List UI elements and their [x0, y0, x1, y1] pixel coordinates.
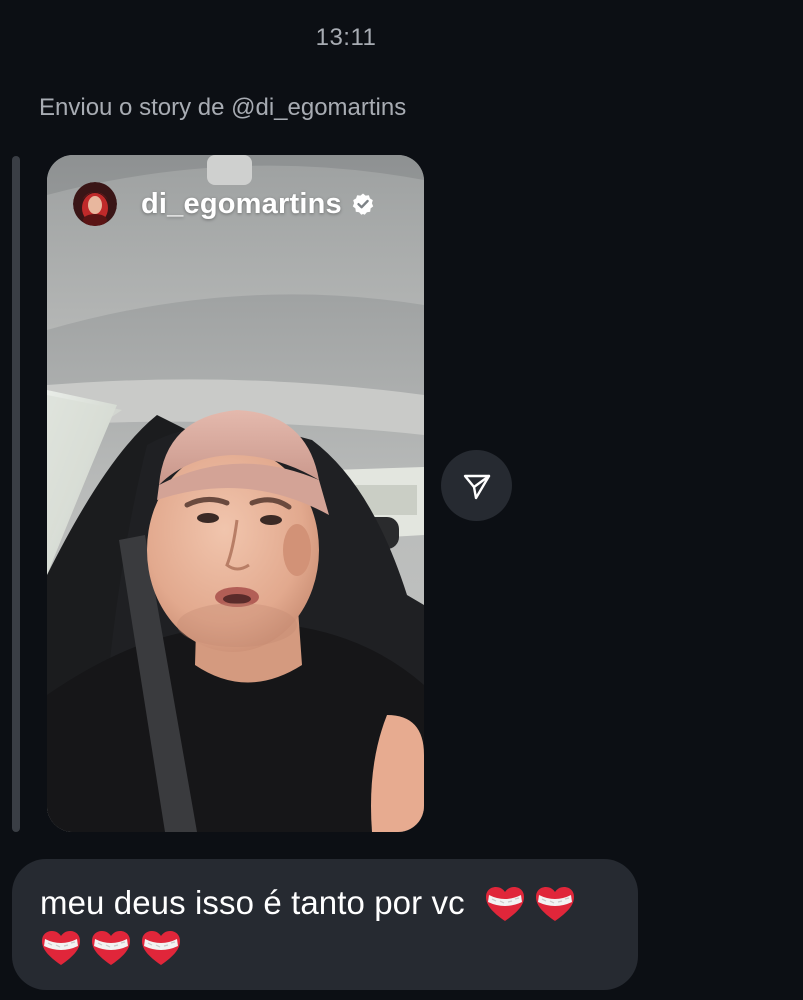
message-timestamp: 13:11	[315, 24, 377, 51]
mending-heart-icon	[140, 929, 182, 967]
heart-emoji-group-2	[40, 928, 190, 965]
story-username[interactable]: di_egomartins	[141, 188, 342, 221]
paper-plane-icon	[463, 474, 490, 499]
message-text: meu deus isso é tanto por vc	[40, 884, 465, 921]
verified-badge-icon	[351, 192, 375, 216]
heart-emoji-group-1	[474, 884, 584, 921]
mending-heart-icon	[534, 885, 576, 923]
story-reply-indicator	[12, 156, 20, 832]
story-header: di_egomartins	[73, 181, 375, 227]
message-body: meu deus isso é tanto por vc	[40, 881, 612, 969]
story-share-caption: Enviou o story de @di_egomartins	[39, 94, 407, 121]
mending-heart-icon	[484, 885, 526, 923]
chat-screen: 13:11 Enviou o story de @di_egomartins d…	[0, 0, 803, 1000]
mending-heart-icon	[90, 929, 132, 967]
profile-avatar-icon	[73, 182, 117, 226]
story-avatar[interactable]	[73, 182, 117, 226]
mending-heart-icon	[40, 929, 82, 967]
message-bubble[interactable]: meu deus isso é tanto por vc	[12, 859, 638, 990]
share-story-button[interactable]	[441, 450, 512, 521]
story-image	[47, 155, 424, 832]
shared-story-preview[interactable]: di_egomartins	[47, 155, 424, 832]
